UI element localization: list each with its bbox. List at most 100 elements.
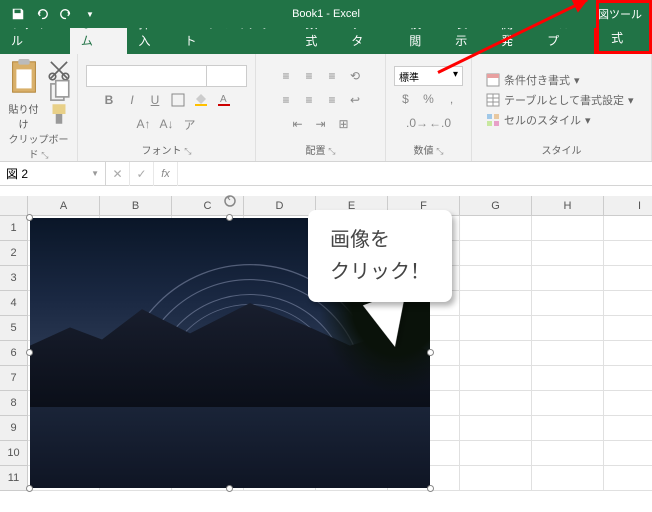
align-top-icon[interactable]: ≡ [275, 65, 297, 87]
row-header[interactable]: 4 [0, 291, 28, 316]
cancel-formula-icon[interactable]: ✕ [106, 162, 130, 186]
cell[interactable] [532, 216, 604, 241]
cell[interactable] [604, 216, 652, 241]
cell[interactable] [604, 366, 652, 391]
italic-button[interactable]: I [121, 89, 143, 111]
cell[interactable] [604, 291, 652, 316]
row-header[interactable]: 11 [0, 466, 28, 491]
enter-formula-icon[interactable]: ✓ [130, 162, 154, 186]
row-header[interactable]: 1 [0, 216, 28, 241]
row-header[interactable]: 5 [0, 316, 28, 341]
accounting-format-icon[interactable]: $ [395, 88, 417, 110]
resize-handle[interactable] [427, 349, 434, 356]
conditional-formatting-button[interactable]: 条件付き書式 ▾ [486, 71, 580, 89]
name-box[interactable]: 図 2▼ [0, 162, 106, 185]
cell[interactable] [604, 416, 652, 441]
percent-format-icon[interactable]: % [418, 88, 440, 110]
resize-handle[interactable] [427, 485, 434, 492]
column-header[interactable]: B [100, 196, 172, 216]
rotate-handle-icon[interactable] [223, 194, 237, 208]
cell[interactable] [460, 291, 532, 316]
resize-handle[interactable] [226, 214, 233, 221]
cell[interactable] [532, 266, 604, 291]
cell[interactable] [532, 366, 604, 391]
phonetic-button[interactable]: ア [179, 113, 201, 135]
undo-icon[interactable] [32, 4, 52, 24]
cell[interactable] [532, 341, 604, 366]
cell[interactable] [460, 391, 532, 416]
cell[interactable] [460, 266, 532, 291]
cell[interactable] [460, 466, 532, 491]
resize-handle[interactable] [226, 485, 233, 492]
align-middle-icon[interactable]: ≡ [298, 65, 320, 87]
cell[interactable] [460, 241, 532, 266]
cell[interactable] [604, 241, 652, 266]
fill-color-button[interactable] [190, 89, 212, 111]
row-header[interactable]: 6 [0, 341, 28, 366]
dialog-launcher-icon[interactable]: ⤡ [41, 150, 48, 160]
redo-icon[interactable] [56, 4, 76, 24]
orientation-icon[interactable]: ⟲ [344, 65, 366, 87]
cell[interactable] [460, 416, 532, 441]
font-name-dropdown[interactable] [87, 66, 206, 86]
merge-cells-icon[interactable]: ⊞ [333, 113, 355, 135]
dialog-launcher-icon[interactable]: ⤡ [184, 146, 191, 156]
resize-handle[interactable] [26, 485, 33, 492]
dialog-launcher-icon[interactable]: ⤡ [328, 146, 335, 156]
cut-icon[interactable] [46, 60, 72, 80]
align-left-icon[interactable]: ≡ [275, 89, 297, 111]
column-header[interactable]: H [532, 196, 604, 216]
column-header[interactable]: D [244, 196, 316, 216]
font-color-button[interactable]: A [213, 89, 235, 111]
increase-decimal-icon[interactable]: .0→ [406, 112, 428, 134]
bold-button[interactable]: B [98, 89, 120, 111]
column-header[interactable]: G [460, 196, 532, 216]
column-header[interactable]: A [28, 196, 100, 216]
cell[interactable] [532, 291, 604, 316]
cell[interactable] [604, 441, 652, 466]
underline-button[interactable]: U [144, 89, 166, 111]
paste-button[interactable]: 貼り付け [6, 58, 42, 131]
select-all-corner[interactable] [0, 196, 28, 216]
font-size-dropdown[interactable] [206, 66, 246, 86]
cell[interactable] [532, 391, 604, 416]
format-painter-icon[interactable] [46, 104, 72, 124]
cell[interactable] [460, 316, 532, 341]
decrease-decimal-icon[interactable]: ←.0 [429, 112, 451, 134]
row-header[interactable]: 10 [0, 441, 28, 466]
border-button[interactable] [167, 89, 189, 111]
row-header[interactable]: 3 [0, 266, 28, 291]
cell[interactable] [604, 266, 652, 291]
dialog-launcher-icon[interactable]: ⤡ [436, 146, 443, 156]
cell[interactable] [460, 366, 532, 391]
cell[interactable] [532, 466, 604, 491]
number-format-dropdown[interactable]: 標準▾ [394, 66, 463, 86]
cell[interactable] [460, 341, 532, 366]
cell[interactable] [460, 441, 532, 466]
align-bottom-icon[interactable]: ≡ [321, 65, 343, 87]
resize-handle[interactable] [26, 214, 33, 221]
row-header[interactable]: 2 [0, 241, 28, 266]
chevron-down-icon[interactable]: ▼ [91, 169, 99, 178]
wrap-text-icon[interactable]: ↩ [344, 89, 366, 111]
decrease-font-icon[interactable]: A↓ [156, 113, 178, 135]
cell[interactable] [460, 216, 532, 241]
cell[interactable] [532, 441, 604, 466]
resize-handle[interactable] [26, 349, 33, 356]
cell[interactable] [604, 466, 652, 491]
column-header[interactable]: I [604, 196, 652, 216]
cell[interactable] [532, 241, 604, 266]
decrease-indent-icon[interactable]: ⇤ [287, 113, 309, 135]
cell-styles-button[interactable]: セルのスタイル ▾ [486, 111, 591, 129]
row-header[interactable]: 7 [0, 366, 28, 391]
copy-icon[interactable] [46, 82, 72, 102]
cell[interactable] [604, 341, 652, 366]
align-right-icon[interactable]: ≡ [321, 89, 343, 111]
save-icon[interactable] [8, 4, 28, 24]
increase-indent-icon[interactable]: ⇥ [310, 113, 332, 135]
qat-dropdown-icon[interactable]: ▼ [80, 4, 100, 24]
cell[interactable] [604, 391, 652, 416]
insert-function-icon[interactable]: fx [154, 162, 178, 186]
row-header[interactable]: 8 [0, 391, 28, 416]
format-as-table-button[interactable]: テーブルとして書式設定 ▾ [486, 91, 634, 109]
